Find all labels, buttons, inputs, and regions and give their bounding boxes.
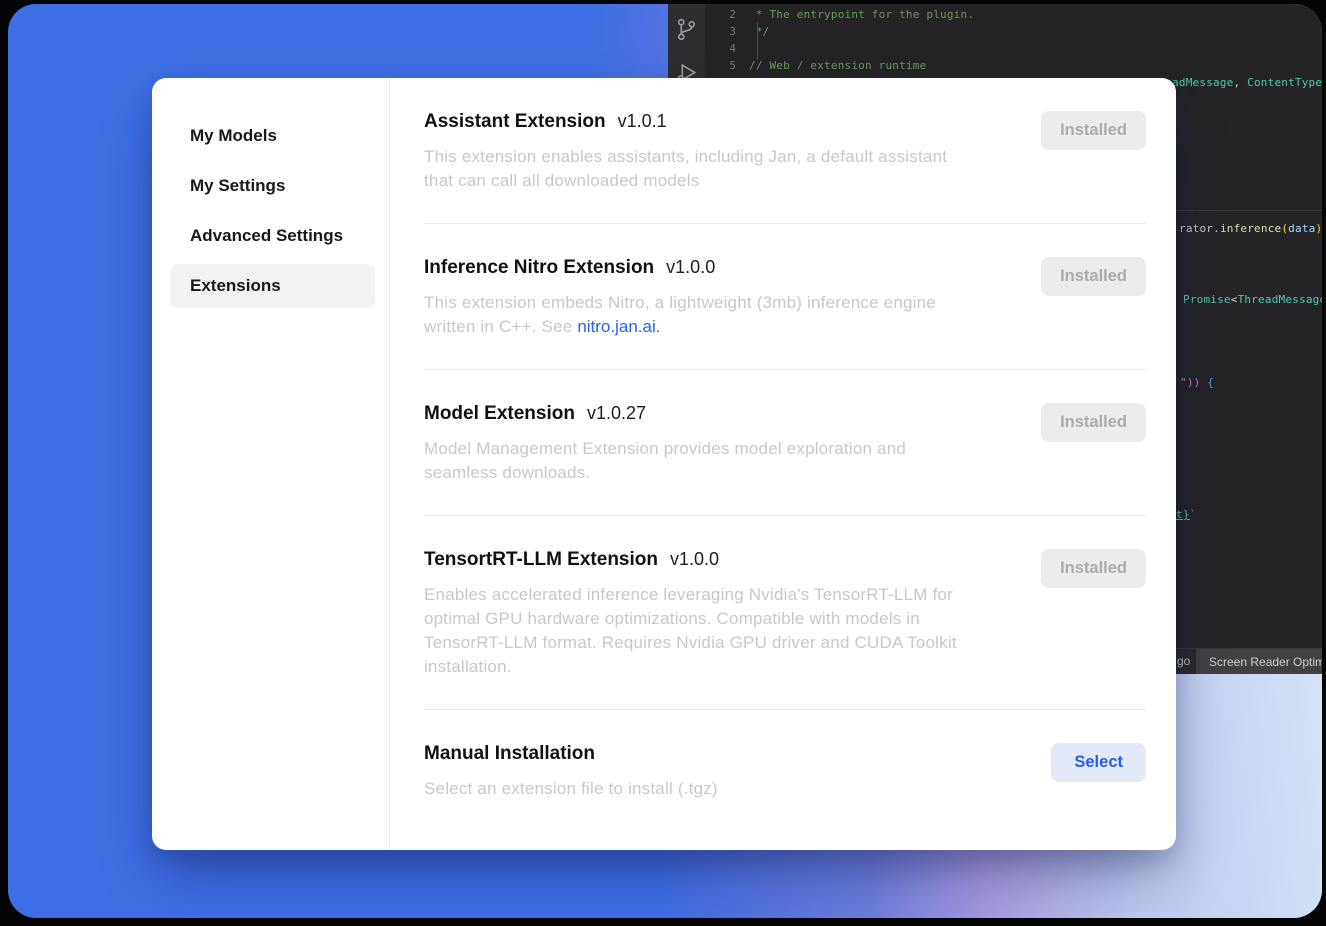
- extension-row: Inference Nitro Extension v1.0.0 This exte…: [424, 224, 1146, 370]
- sidebar-item-my-settings[interactable]: My Settings: [170, 164, 375, 208]
- text-token: This extension embeds Nitro, a lightweig…: [424, 293, 936, 336]
- text-token: ThreadMessage: [1238, 293, 1322, 306]
- text-token: inference: [1220, 222, 1281, 235]
- extensions-panel: Assistant Extension v1.0.1 This extension …: [390, 78, 1176, 850]
- extension-title-line: Assistant Extension v1.0.1: [424, 111, 947, 133]
- line-number: 2: [705, 6, 749, 23]
- text-token: rator.: [1179, 222, 1220, 235]
- extension-name: Manual Installation: [424, 743, 595, 764]
- indent-guide: [757, 22, 758, 60]
- code-fragment: Promise<ThreadMessage>: [1183, 293, 1322, 306]
- extension-name: Inference Nitro Extension: [424, 257, 654, 278]
- installed-button[interactable]: Installed: [1041, 549, 1146, 588]
- extension-title-line: Manual Installation: [424, 743, 718, 765]
- code-line: 5// Web / extension runtime: [705, 57, 1322, 74]
- extension-name: Model Extension: [424, 403, 575, 424]
- line-number: 4: [705, 40, 749, 57]
- text-token: This extension enables assistants, inclu…: [424, 147, 947, 190]
- extension-title-line: Model Extension v1.0.27: [424, 403, 906, 425]
- text-token: ": [1180, 376, 1187, 389]
- extension-version: v1.0.27: [587, 403, 646, 423]
- code-line: 3 */: [705, 23, 1322, 40]
- screen-reader-status-item[interactable]: Screen Reader Optimized: [1196, 649, 1322, 674]
- extension-info: Manual Installation Select an extension f…: [424, 743, 718, 801]
- nitro-link[interactable]: nitro.jan.ai.: [577, 317, 660, 336]
- status-text-left: go: [1177, 654, 1190, 668]
- extension-description: Enables accelerated inference leveraging…: [424, 583, 957, 679]
- extension-info: Model Extension v1.0.27 Model Management E…: [424, 403, 906, 485]
- line-number: 5: [705, 57, 749, 74]
- extension-description: This extension enables assistants, inclu…: [424, 145, 947, 193]
- text-token: Enables accelerated inference leveraging…: [424, 585, 957, 676]
- installed-button[interactable]: Installed: [1041, 257, 1146, 296]
- text-token: Model Management Extension provides mode…: [424, 439, 906, 482]
- text-token: )): [1187, 376, 1201, 389]
- code-fragment: t}`: [1176, 508, 1322, 521]
- text-token: ContentType: [1247, 76, 1322, 89]
- text-token: * The entrypoint for the plugin.: [749, 8, 974, 21]
- code-fragment: ")) {: [1180, 376, 1322, 389]
- extension-row: TensortRT-LLM Extension v1.0.0 Enables acc…: [424, 516, 1146, 710]
- extension-name: Assistant Extension: [424, 111, 606, 132]
- line-number: 3: [705, 23, 749, 40]
- extension-version: v1.0.0: [670, 549, 719, 569]
- text-token: */: [749, 25, 769, 38]
- extension-title-line: Inference Nitro Extension v1.0.0: [424, 257, 936, 279]
- code-line: 4: [705, 40, 1322, 57]
- sidebar-item-my-models[interactable]: My Models: [170, 114, 375, 158]
- settings-modal: My Models My Settings Advanced Settings Ext…: [152, 78, 1176, 850]
- extension-version: v1.0.0: [666, 257, 715, 277]
- screenshot-stage: 2 * The entrypoint for the plugin.3 */45…: [0, 0, 1326, 926]
- text-token: <: [1231, 293, 1238, 306]
- extension-info: TensortRT-LLM Extension v1.0.0 Enables acc…: [424, 549, 957, 679]
- source-control-icon[interactable]: [674, 17, 699, 42]
- extension-description: This extension embeds Nitro, a lightweig…: [424, 291, 936, 339]
- extension-name: TensortRT-LLM Extension: [424, 549, 658, 570]
- extension-row: Manual Installation Select an extension f…: [424, 710, 1146, 831]
- sidebar-item-extensions[interactable]: Extensions: [170, 264, 375, 308]
- code-fragment: rator.inference(data));: [1179, 222, 1322, 235]
- installed-button[interactable]: Installed: [1041, 111, 1146, 150]
- text-token: `: [1190, 508, 1197, 521]
- extension-description: Model Management Extension provides mode…: [424, 437, 906, 485]
- text-token: ,: [1234, 76, 1248, 89]
- text-token: // Web / extension runtime: [749, 59, 926, 72]
- panel-border: [1168, 210, 1322, 211]
- text-token: data: [1288, 222, 1315, 235]
- text-token: {: [1200, 376, 1214, 389]
- extension-info: Inference Nitro Extension v1.0.0 This exte…: [424, 257, 936, 339]
- settings-sidebar: My Models My Settings Advanced Settings Ext…: [152, 78, 390, 850]
- extension-description: Select an extension file to install (.tg…: [424, 777, 718, 801]
- extension-version: v1.0.1: [618, 111, 667, 131]
- select-button[interactable]: Select: [1051, 743, 1146, 782]
- extension-row: Assistant Extension v1.0.1 This extension …: [424, 78, 1146, 224]
- text-token: Promise: [1183, 293, 1231, 306]
- code-line: 2 * The entrypoint for the plugin.: [705, 6, 1322, 23]
- text-token: Select an extension file to install (.tg…: [424, 779, 718, 798]
- extension-row: Model Extension v1.0.27 Model Management E…: [424, 370, 1146, 516]
- sidebar-item-advanced-settings[interactable]: Advanced Settings: [170, 214, 375, 258]
- extension-info: Assistant Extension v1.0.1 This extension …: [424, 111, 947, 193]
- text-token: t}: [1176, 508, 1190, 521]
- app-window: 2 * The entrypoint for the plugin.3 */45…: [8, 4, 1322, 918]
- installed-button[interactable]: Installed: [1041, 403, 1146, 442]
- extension-title-line: TensortRT-LLM Extension v1.0.0: [424, 549, 957, 571]
